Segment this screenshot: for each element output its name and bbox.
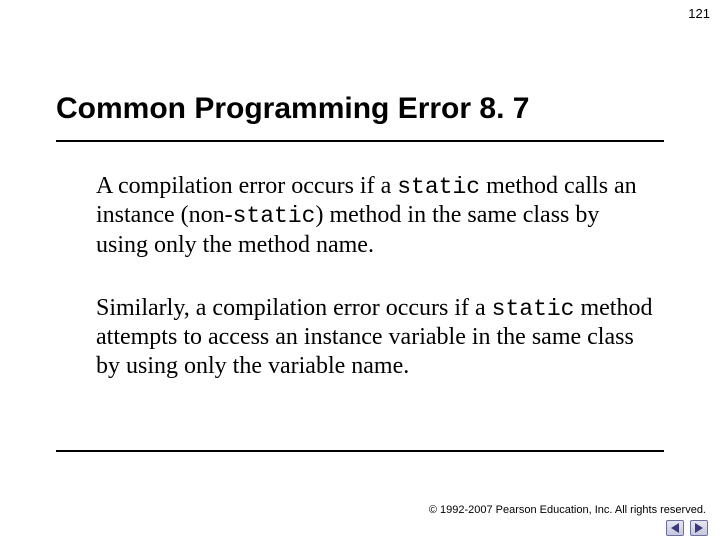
page-number: 121	[688, 6, 710, 21]
copyright-text: 1992-2007 Pearson Education, Inc. All ri…	[437, 504, 706, 516]
slide: 121 Common Programming Error 8. 7 A comp…	[0, 0, 720, 540]
prev-slide-button[interactable]	[666, 520, 684, 536]
next-slide-button[interactable]	[690, 520, 708, 536]
paragraph-2: Similarly, a compilation error occurs if…	[96, 294, 656, 382]
copyright-footer: © 1992-2007 Pearson Education, Inc. All …	[429, 504, 706, 516]
text-fragment: Similarly, a compilation error occurs if…	[96, 295, 492, 321]
body-text: A compilation error occurs if a static m…	[96, 172, 656, 416]
triangle-right-icon	[695, 523, 703, 533]
copyright-symbol: ©	[429, 504, 437, 516]
triangle-left-icon	[671, 523, 679, 533]
code-fragment: static	[233, 203, 316, 229]
code-fragment: static	[492, 296, 575, 322]
title-divider	[56, 140, 664, 142]
bottom-divider	[56, 450, 664, 452]
slide-nav	[666, 520, 708, 536]
code-fragment: static	[397, 174, 480, 200]
slide-title: Common Programming Error 8. 7	[56, 92, 664, 126]
paragraph-1: A compilation error occurs if a static m…	[96, 172, 656, 260]
text-fragment: A compilation error occurs if a	[96, 173, 397, 199]
